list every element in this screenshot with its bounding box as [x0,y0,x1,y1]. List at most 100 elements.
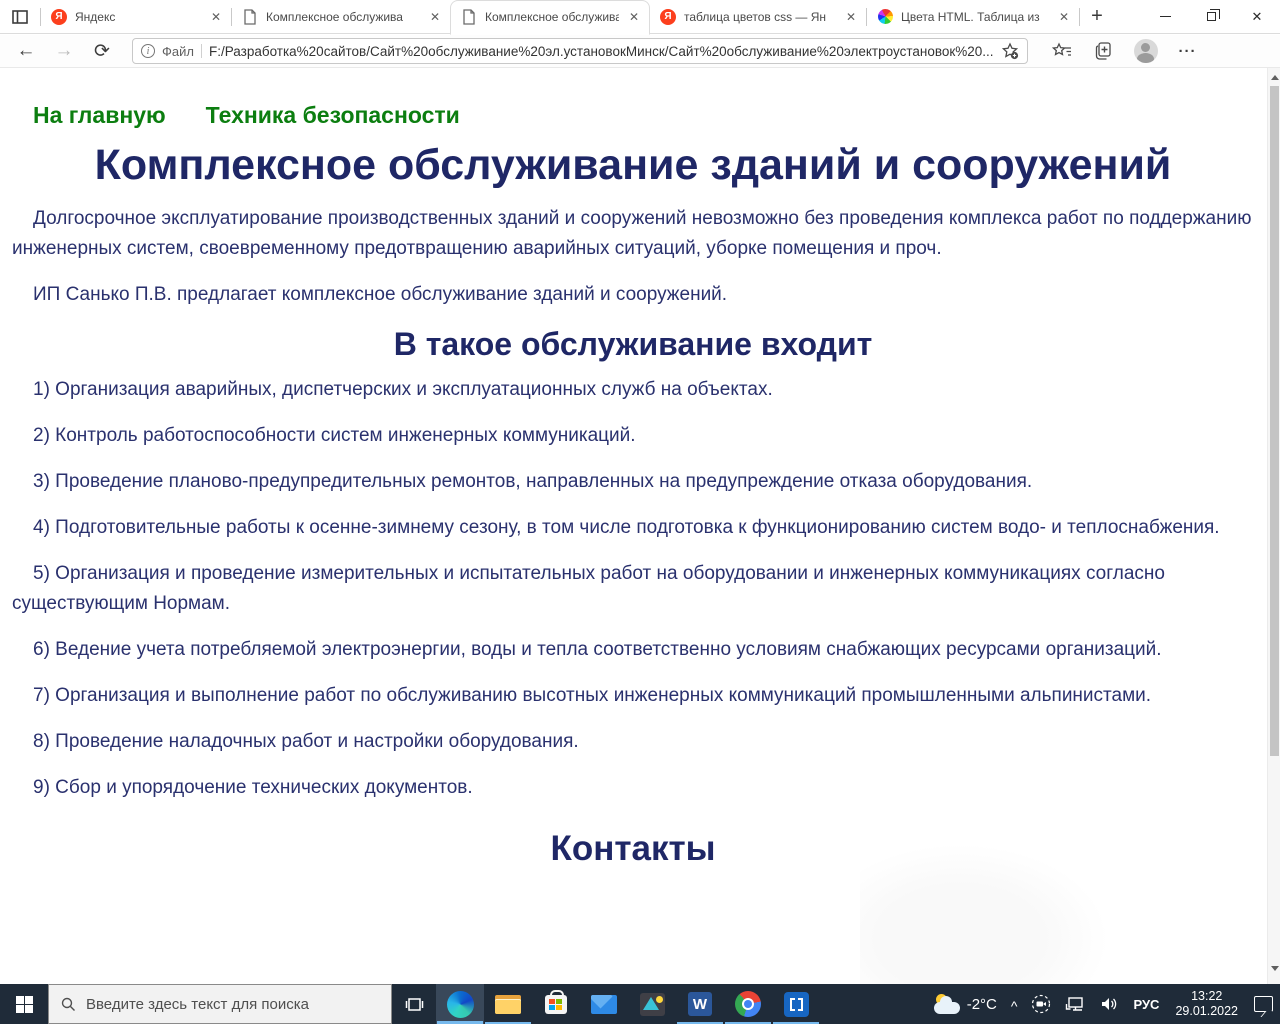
service-item: 6) Ведение учета потребляемой электроэне… [12,635,1254,665]
url-scheme-label: Файл [162,44,194,59]
mail-icon [591,995,617,1014]
section-title: В такое обслуживание входит [12,326,1254,363]
taskbar-app-mail[interactable] [580,984,628,1024]
favorites-hub-icon [1052,42,1072,60]
chevron-up-icon: ^ [1011,998,1018,1014]
scroll-down-arrow[interactable] [1268,961,1280,976]
service-item: 3) Проведение планово-предупредительных … [12,467,1254,497]
add-favorite-button[interactable] [1001,42,1019,60]
system-tray: -2°C ^ РУС [927,984,1280,1024]
toolbar-icon-group: ··· [1048,37,1202,65]
url-text: F:/Разработка%20сайтов/Сайт%20обслуживан… [209,44,994,59]
vertical-tabs-icon [12,10,28,24]
taskbar-app-image-viewer[interactable] [628,984,676,1024]
volume-button[interactable] [1092,984,1126,1024]
tab-cveta-html[interactable]: Цвета HTML. Таблица из ✕ [867,0,1079,34]
service-item: 1) Организация аварийных, диспетчерских … [12,375,1254,405]
taskbar-app-brackets[interactable] [772,984,820,1024]
clock[interactable]: 13:22 29.01.2022 [1166,984,1247,1024]
action-center-icon [1254,996,1273,1012]
profile-button[interactable] [1132,37,1160,65]
address-bar[interactable]: i Файл F:/Разработка%20сайтов/Сайт%20обс… [132,38,1028,64]
browser-toolbar: ← → ⟳ i Файл F:/Разработка%20сайтов/Сайт… [0,35,1280,68]
intro-paragraph-1: Долгосрочное эксплуатирование производст… [12,204,1254,264]
speaker-icon [1099,995,1119,1013]
service-item: 7) Организация и выполнение работ по обс… [12,681,1254,711]
tab-close-icon[interactable]: ✕ [209,10,223,24]
edge-icon [447,991,474,1018]
taskbar-app-microsoft-store[interactable] [532,984,580,1024]
minimize-icon [1160,16,1171,17]
tab-title: Яндекс [75,10,201,24]
intro-paragraph-2: ИП Санько П.В. предлагает комплексное об… [12,280,1254,310]
refresh-button[interactable]: ⟳ [86,37,118,65]
time-label: 13:22 [1191,989,1222,1004]
site-info-icon[interactable]: i [141,44,155,58]
close-button[interactable]: ✕ [1234,0,1280,34]
service-item: 4) Подготовительные работы к осенне-зимн… [12,513,1254,543]
nav-link-safety[interactable]: Техника безопасности [206,102,460,129]
browser-tab-bar: Я Яндекс ✕ Комплексное обслужива ✕ Компл… [0,0,1280,34]
web-page-content: На главную Техника безопасности Комплекс… [0,68,1280,984]
taskbar-app-file-explorer[interactable] [484,984,532,1024]
windows-logo-icon [16,996,33,1013]
minimize-button[interactable] [1142,0,1188,34]
taskbar-app-edge[interactable] [436,984,484,1024]
action-center-button[interactable] [1247,984,1280,1024]
contacts-title: Контакты [12,829,1254,869]
windows-taskbar: Введите здесь текст для поиска W -2°C ^ [0,984,1280,1024]
meet-now-button[interactable] [1024,984,1058,1024]
ellipsis-icon: ··· [1179,43,1197,60]
tray-overflow-button[interactable]: ^ [1004,984,1025,1024]
chrome-icon [735,991,761,1017]
taskbar-app-chrome[interactable] [724,984,772,1024]
network-ethernet-icon [1065,995,1085,1013]
tab-yandex[interactable]: Я Яндекс ✕ [41,0,231,34]
scroll-up-arrow[interactable] [1268,70,1280,85]
taskbar-search-box[interactable]: Введите здесь текст для поиска [48,984,392,1024]
tab-title: Комплексное обслужива [485,10,619,24]
favorites-button[interactable] [1048,37,1076,65]
scrollbar-thumb[interactable] [1270,86,1279,756]
tab-close-icon[interactable]: ✕ [428,10,442,24]
window-controls: ✕ [1142,0,1280,34]
services-list: 1) Организация аварийных, диспетчерских … [12,375,1254,803]
forward-button[interactable]: → [48,37,80,65]
start-button[interactable] [0,984,48,1024]
network-button[interactable] [1058,984,1092,1024]
nav-link-home[interactable]: На главную [33,102,166,129]
brackets-app-icon [784,992,809,1017]
tab-kompleksnoe-2-active[interactable]: Комплексное обслужива ✕ [450,0,650,35]
page-scrollbar[interactable] [1267,68,1280,984]
tab-title: Цвета HTML. Таблица из [901,10,1049,24]
tab-title: таблица цветов css — Ян [684,10,836,24]
tab-close-icon[interactable]: ✕ [627,10,641,24]
language-indicator[interactable]: РУС [1126,984,1166,1024]
weather-cloud-sun-icon [934,994,960,1014]
service-item: 9) Сбор и упорядочение технических докум… [12,773,1254,803]
settings-menu-button[interactable]: ··· [1174,37,1202,65]
avatar [1134,39,1158,63]
taskbar-app-word[interactable]: W [676,984,724,1024]
back-button[interactable]: ← [10,37,42,65]
meet-now-camera-icon [1031,994,1051,1014]
restore-button[interactable] [1188,0,1234,34]
restore-icon [1207,12,1216,21]
collections-button[interactable] [1090,37,1118,65]
microsoft-store-icon [545,995,567,1014]
task-view-icon [405,996,424,1013]
tab-actions-menu-button[interactable] [0,0,40,34]
task-view-button[interactable] [392,984,436,1024]
tab-close-icon[interactable]: ✕ [1057,10,1071,24]
tab-tablica-cvetov[interactable]: Я таблица цветов css — Ян ✕ [650,0,866,34]
yandex-icon: Я [51,9,67,25]
collections-icon [1094,41,1114,61]
file-explorer-icon [495,995,521,1014]
color-wheel-icon [877,9,893,25]
tab-title: Комплексное обслужива [266,10,420,24]
tab-kompleksnoe-1[interactable]: Комплексное обслужива ✕ [232,0,450,34]
tab-close-icon[interactable]: ✕ [844,10,858,24]
service-item: 2) Контроль работоспособности систем инж… [12,421,1254,451]
weather-widget[interactable]: -2°C [927,984,1004,1024]
new-tab-button[interactable]: + [1080,0,1114,34]
